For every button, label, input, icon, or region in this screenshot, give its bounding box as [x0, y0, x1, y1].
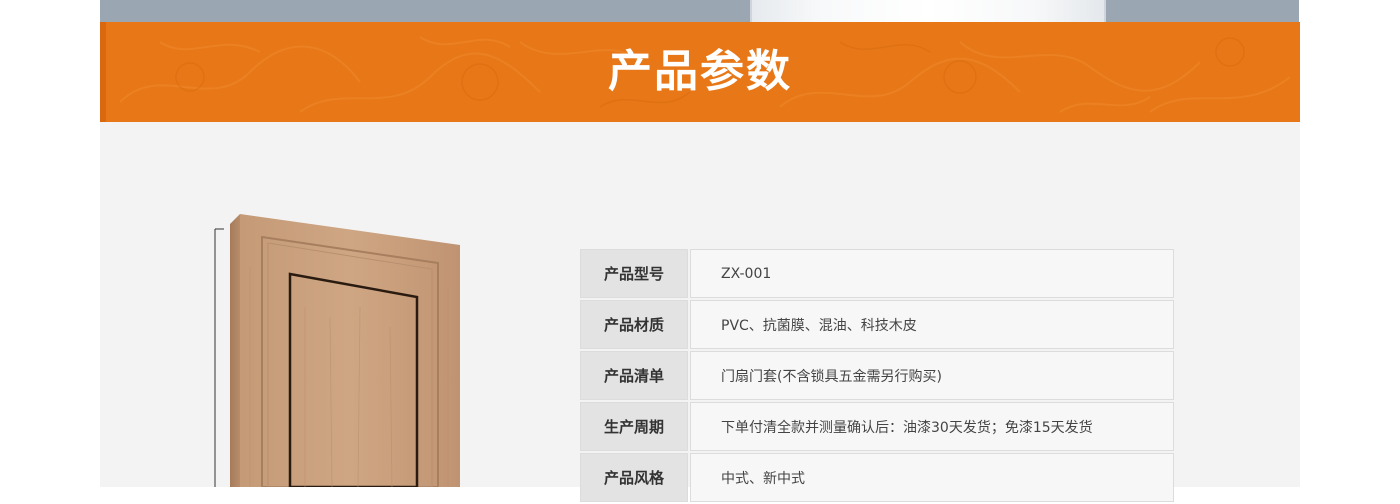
spec-row-package-list: 产品清单 门扇门套(不含锁具五金需另行购买): [580, 351, 1174, 400]
spec-row-material: 产品材质 PVC、抗菌膜、混油、科技木皮: [580, 300, 1174, 349]
spec-label: 产品型号: [580, 249, 688, 298]
product-content: 产品型号 ZX-001 产品材质 PVC、抗菌膜、混油、科技木皮 产品清单 门扇…: [100, 122, 1300, 502]
spec-value: PVC、抗菌膜、混油、科技木皮: [690, 300, 1174, 349]
spec-row-style: 产品风格 中式、新中式: [580, 453, 1174, 502]
section-title: 产品参数: [608, 46, 792, 97]
spec-label: 生产周期: [580, 402, 688, 451]
spec-value: 下单付清全款并测量确认后：油漆30天发货；免漆15天发货: [690, 402, 1174, 451]
spec-value: ZX-001: [690, 249, 1174, 298]
spec-row-production-cycle: 生产周期 下单付清全款并测量确认后：油漆30天发货；免漆15天发货: [580, 402, 1174, 451]
spec-label: 产品清单: [580, 351, 688, 400]
spec-row-model: 产品型号 ZX-001: [580, 249, 1174, 298]
spec-label: 产品风格: [580, 453, 688, 502]
spec-label: 产品材质: [580, 300, 688, 349]
wooden-door-image: [214, 214, 460, 487]
section-banner: 产品参数: [100, 22, 1300, 122]
product-spec-table: 产品型号 ZX-001 产品材质 PVC、抗菌膜、混油、科技木皮 产品清单 门扇…: [580, 249, 1174, 504]
previous-section-door-image: [750, 0, 1106, 22]
spec-value: 门扇门套(不含锁具五金需另行购买): [690, 351, 1174, 400]
spec-value: 中式、新中式: [690, 453, 1174, 502]
top-image-strip: [100, 0, 1299, 22]
